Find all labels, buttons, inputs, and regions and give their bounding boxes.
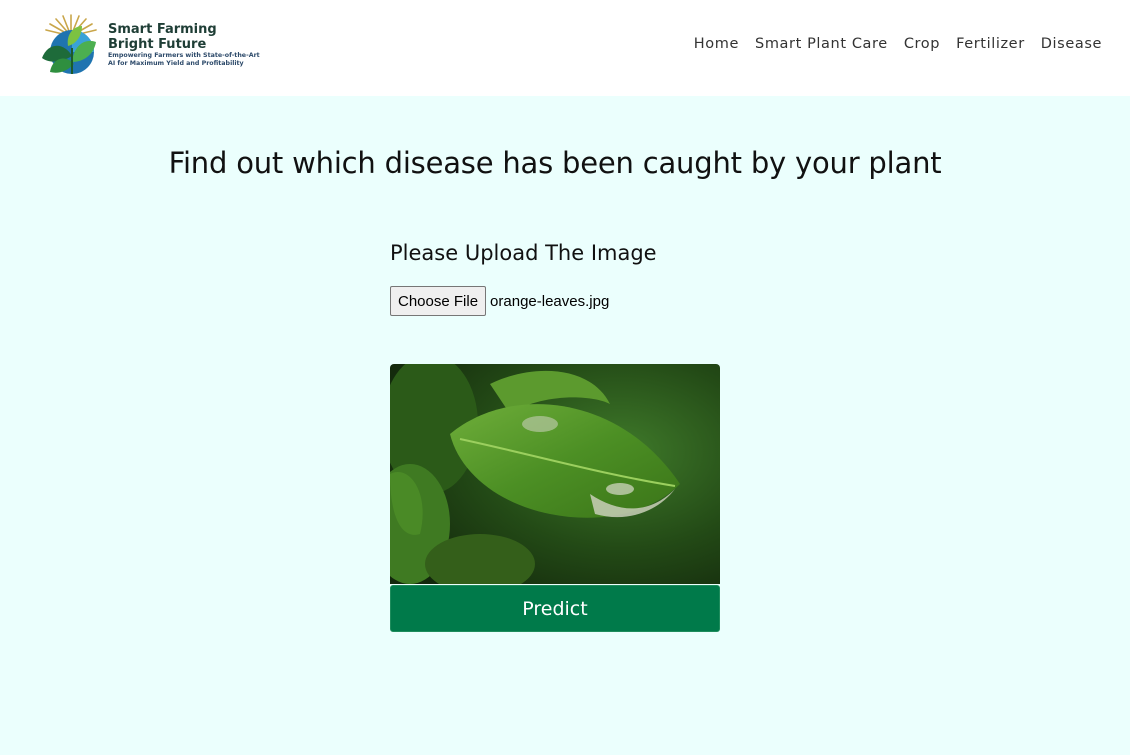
upload-label: Please Upload The Image xyxy=(390,241,657,265)
navbar: Smart Farming Bright Future Empowering F… xyxy=(0,0,1130,96)
leaf-photo xyxy=(390,364,720,584)
brand-logo[interactable]: Smart Farming Bright Future Empowering F… xyxy=(38,12,270,80)
selected-file-name: orange-leaves.jpg xyxy=(490,292,610,310)
brand-line1: Smart Farming xyxy=(108,22,217,37)
brand-tagline: Empowering Farmers with State-of-the-Art… xyxy=(108,52,260,67)
brand-line2: Bright Future xyxy=(108,37,207,52)
file-input[interactable]: Choose File orange-leaves.jpg xyxy=(390,286,609,316)
nav-smart-plant-care[interactable]: Smart Plant Care xyxy=(755,36,888,52)
sprout-globe-icon xyxy=(42,14,97,74)
nav-disease[interactable]: Disease xyxy=(1041,36,1102,52)
brand-text: Smart Farming Bright Future Empowering F… xyxy=(108,22,268,67)
page-title: Find out which disease has been caught b… xyxy=(168,146,942,180)
nav-links: Home Smart Plant Care Crop Fertilizer Di… xyxy=(694,36,1102,52)
predict-button[interactable]: Predict xyxy=(390,585,720,632)
nav-fertilizer[interactable]: Fertilizer xyxy=(956,36,1025,52)
nav-home[interactable]: Home xyxy=(694,36,739,52)
uploaded-image-preview xyxy=(390,364,720,584)
choose-file-button[interactable]: Choose File xyxy=(390,286,487,316)
nav-crop[interactable]: Crop xyxy=(904,36,940,52)
